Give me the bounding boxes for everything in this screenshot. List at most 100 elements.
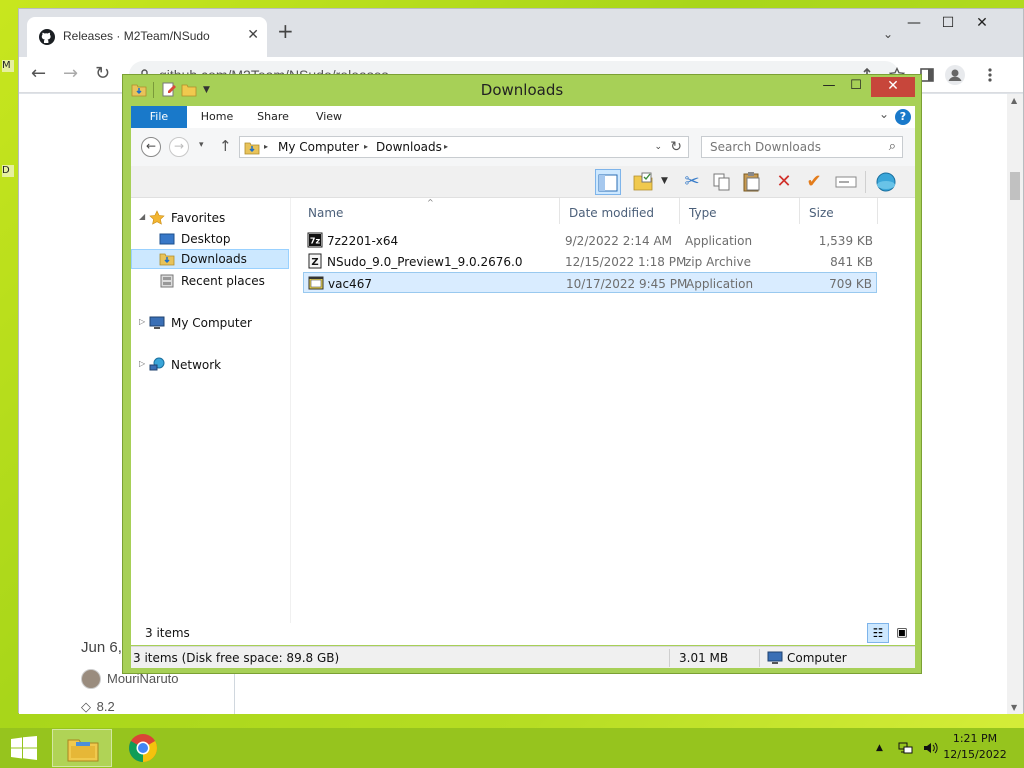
taskbar: ▲ 1:21 PM 12/15/2022 bbox=[0, 728, 1024, 768]
browser-minimize-button[interactable]: — bbox=[897, 13, 931, 35]
network-shell-icon[interactable] bbox=[873, 169, 899, 195]
breadcrumb-separator[interactable]: ▸ bbox=[264, 142, 268, 151]
file-explorer-icon bbox=[67, 739, 99, 762]
nav-my-computer[interactable]: ▷ My Computer bbox=[131, 313, 289, 333]
7zip-app-icon: 7z bbox=[307, 232, 323, 248]
browser-maximize-button[interactable]: ☐ bbox=[931, 13, 965, 35]
address-bar[interactable]: ▸ My Computer ▸ Downloads ▸ ⌄ ↻ bbox=[239, 136, 689, 158]
show-hidden-icons[interactable]: ▲ bbox=[876, 743, 883, 753]
paste-icon[interactable] bbox=[739, 169, 765, 195]
volume-icon[interactable] bbox=[922, 740, 938, 756]
network-tray-icon[interactable] bbox=[898, 740, 914, 756]
breadcrumb-downloads[interactable]: Downloads bbox=[376, 140, 442, 154]
browser-back-icon[interactable]: ← bbox=[31, 63, 46, 84]
refresh-icon[interactable]: ↻ bbox=[670, 139, 682, 155]
scroll-thumb[interactable] bbox=[1010, 172, 1020, 200]
details-view-icon[interactable]: ☷ bbox=[867, 623, 889, 643]
nav-label: Favorites bbox=[171, 211, 226, 225]
properties-dropdown-icon[interactable]: ▼ bbox=[661, 176, 668, 186]
expand-icon[interactable]: ▷ bbox=[139, 317, 145, 326]
windows-start-icon[interactable] bbox=[10, 736, 38, 760]
nav-downloads[interactable]: Downloads bbox=[131, 249, 289, 269]
rename-icon[interactable] bbox=[833, 169, 859, 195]
search-icon[interactable]: ⌕ bbox=[889, 139, 896, 154]
status-divider bbox=[759, 649, 760, 667]
file-row[interactable]: 7z 7z2201-x64 9/2/2022 2:14 AM Applicati… bbox=[303, 230, 877, 251]
recent-places-icon bbox=[160, 274, 174, 288]
checkmark-icon[interactable]: ✔ bbox=[801, 169, 827, 195]
maximize-button[interactable]: ☐ bbox=[843, 77, 869, 97]
more-menu-icon[interactable] bbox=[987, 67, 993, 83]
file-row[interactable]: vac467 10/17/2022 9:45 PM Application 70… bbox=[303, 272, 877, 293]
tab-view[interactable]: View bbox=[307, 106, 351, 128]
column-header-size[interactable]: Size bbox=[801, 198, 877, 228]
release-tag[interactable]: ◇ 8.2 bbox=[81, 699, 115, 715]
forward-button[interactable]: → bbox=[169, 137, 189, 157]
recent-locations-icon[interactable]: ▾ bbox=[199, 140, 204, 150]
nav-favorites[interactable]: ◢ Favorites bbox=[131, 208, 289, 228]
system-clock[interactable]: 1:21 PM 12/15/2022 bbox=[940, 731, 1010, 763]
properties-icon[interactable] bbox=[631, 169, 657, 195]
explorer-title-bar[interactable]: ▼ Downloads — ☐ ✕ bbox=[123, 75, 921, 105]
up-button[interactable]: ↑ bbox=[219, 137, 232, 155]
tag-icon: ◇ bbox=[81, 699, 91, 714]
nav-label: Recent places bbox=[181, 274, 265, 288]
nav-network[interactable]: ▷ Network bbox=[131, 355, 289, 375]
large-icons-view-icon[interactable]: ▣ bbox=[891, 623, 913, 643]
breadcrumb-separator[interactable]: ▸ bbox=[364, 142, 368, 151]
expand-icon[interactable]: ▷ bbox=[139, 359, 145, 368]
help-icon[interactable]: ? bbox=[895, 109, 911, 125]
nav-desktop[interactable]: Desktop bbox=[131, 229, 289, 249]
chrome-icon bbox=[129, 734, 157, 762]
desktop-icon-fragment: D bbox=[2, 165, 14, 177]
profile-avatar-icon[interactable] bbox=[945, 65, 965, 85]
browser-close-button[interactable]: ✕ bbox=[965, 13, 999, 35]
search-input[interactable]: Search Downloads ⌕ bbox=[701, 136, 903, 158]
tab-share[interactable]: Share bbox=[249, 106, 297, 128]
breadcrumb-separator[interactable]: ▸ bbox=[444, 142, 448, 151]
taskbar-chrome[interactable] bbox=[114, 729, 174, 767]
tab-home[interactable]: Home bbox=[193, 106, 241, 128]
preview-pane-icon[interactable] bbox=[595, 169, 621, 195]
navigation-pane: ◢ Favorites Desktop Downloads Recent pla… bbox=[131, 198, 291, 623]
nav-recent-places[interactable]: Recent places bbox=[131, 271, 289, 291]
column-separator[interactable] bbox=[559, 198, 560, 224]
cut-icon[interactable]: ✂ bbox=[679, 169, 705, 195]
column-header-name[interactable]: Name bbox=[301, 198, 559, 228]
scroll-up-icon[interactable]: ▲ bbox=[1011, 96, 1017, 105]
back-button[interactable]: ← bbox=[141, 137, 161, 157]
copy-icon[interactable] bbox=[709, 169, 735, 195]
clock-date: 12/15/2022 bbox=[943, 748, 1007, 761]
file-size: 1,539 KB bbox=[818, 234, 873, 248]
new-tab-button[interactable]: + bbox=[277, 21, 294, 41]
minimize-button[interactable]: — bbox=[815, 77, 843, 97]
scroll-down-icon[interactable]: ▼ bbox=[1011, 703, 1017, 712]
browser-tab[interactable]: Releases · M2Team/NSudo ✕ bbox=[27, 17, 267, 57]
column-header-date[interactable]: Date modified bbox=[561, 198, 679, 228]
file-row[interactable]: Z NSudo_9.0_Preview1_9.0.2676.0 12/15/20… bbox=[303, 251, 877, 272]
close-button[interactable]: ✕ bbox=[871, 77, 915, 97]
file-list: ^ Name Date modified Type Size 7z 7z2201… bbox=[301, 198, 915, 623]
file-date: 10/17/2022 9:45 PM bbox=[566, 277, 688, 291]
browser-forward-icon[interactable]: → bbox=[63, 63, 78, 84]
column-header-type[interactable]: Type bbox=[681, 198, 799, 228]
breadcrumb-my-computer[interactable]: My Computer bbox=[278, 140, 359, 154]
tab-search-icon[interactable]: ⌄ bbox=[883, 27, 893, 41]
browser-reload-icon[interactable]: ↻ bbox=[95, 63, 110, 84]
desktop-icon-fragment: M bbox=[2, 60, 14, 72]
file-date: 12/15/2022 1:18 PM bbox=[565, 255, 687, 269]
delete-icon[interactable]: ✕ bbox=[771, 169, 797, 195]
window-title: Downloads bbox=[480, 81, 564, 99]
release-date: Jun 6, bbox=[81, 639, 122, 656]
chrome-tab-bar: Releases · M2Team/NSudo ✕ + ⌄ — ☐ ✕ bbox=[19, 9, 1023, 57]
address-dropdown-icon[interactable]: ⌄ bbox=[654, 142, 662, 152]
column-separator[interactable] bbox=[799, 198, 800, 224]
tab-file[interactable]: File bbox=[131, 106, 187, 128]
column-separator[interactable] bbox=[679, 198, 680, 224]
ribbon-expand-icon[interactable]: ⌄ bbox=[879, 107, 889, 121]
browser-scrollbar[interactable]: ▲ ▼ bbox=[1007, 94, 1023, 714]
taskbar-file-explorer[interactable] bbox=[52, 729, 112, 767]
tab-close-icon[interactable]: ✕ bbox=[247, 27, 259, 43]
collapse-icon[interactable]: ◢ bbox=[139, 212, 145, 221]
column-separator[interactable] bbox=[877, 198, 878, 224]
